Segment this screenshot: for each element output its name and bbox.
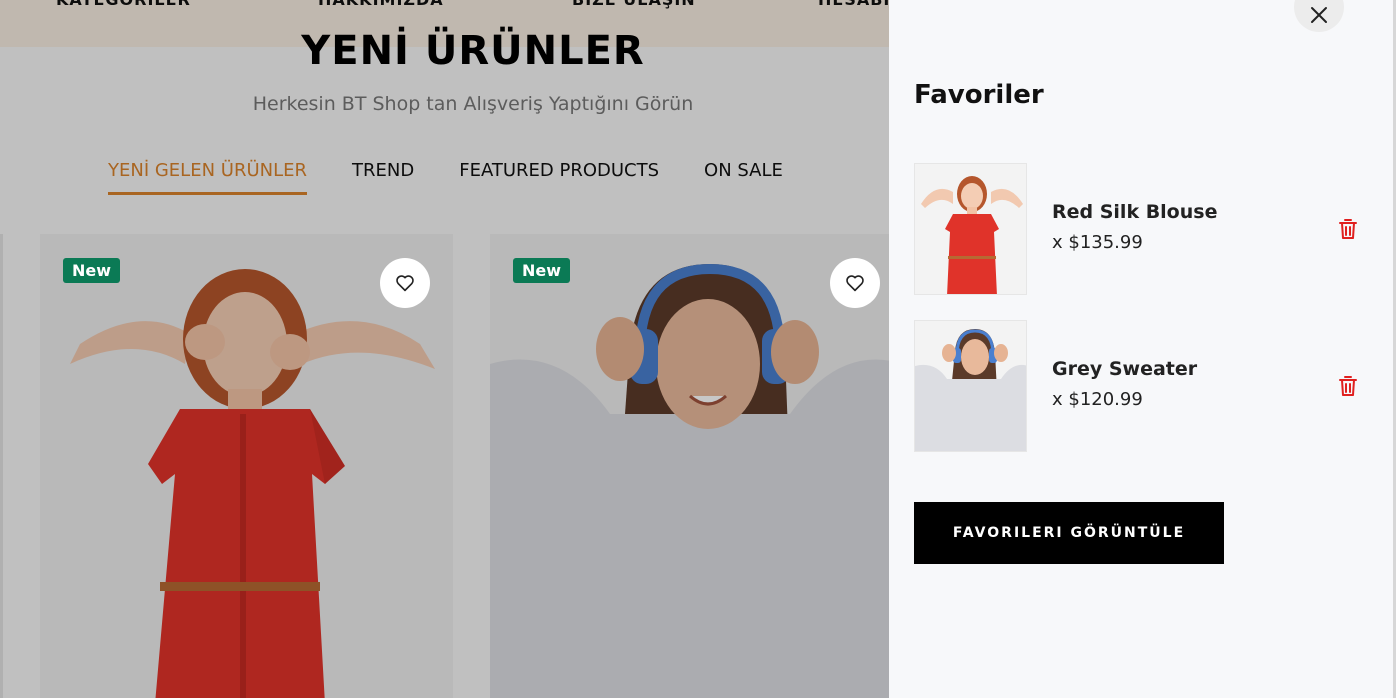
page-dim-overlay[interactable] — [0, 0, 889, 698]
favorite-item: Red Silk Blouse x $135.99 — [914, 163, 1374, 295]
close-icon[interactable] — [1294, 0, 1344, 32]
new-badge: New — [513, 258, 571, 283]
favorite-item-name[interactable]: Red Silk Blouse — [1052, 201, 1217, 223]
heart-icon[interactable] — [830, 258, 880, 308]
favorite-thumbnail-grey-sweater[interactable] — [914, 320, 1027, 452]
favorite-item: Grey Sweater x $120.99 — [914, 320, 1374, 452]
drawer-title: Favoriler — [914, 80, 1044, 110]
view-favorites-button[interactable]: FAVORILERI GÖRÜNTÜLE — [914, 502, 1224, 564]
favorite-item-price: x $120.99 — [1052, 389, 1143, 410]
trash-icon[interactable] — [1338, 375, 1358, 397]
favorite-item-name[interactable]: Grey Sweater — [1052, 358, 1197, 380]
favorite-item-price: x $135.99 — [1052, 232, 1143, 253]
favorite-thumbnail-red-silk-blouse[interactable] — [914, 163, 1027, 295]
heart-icon[interactable] — [380, 258, 430, 308]
new-badge: New — [63, 258, 121, 283]
favorites-drawer: Favoriler Red Silk Blouse x $135.99 Grey… — [889, 0, 1396, 698]
trash-icon[interactable] — [1338, 218, 1358, 240]
